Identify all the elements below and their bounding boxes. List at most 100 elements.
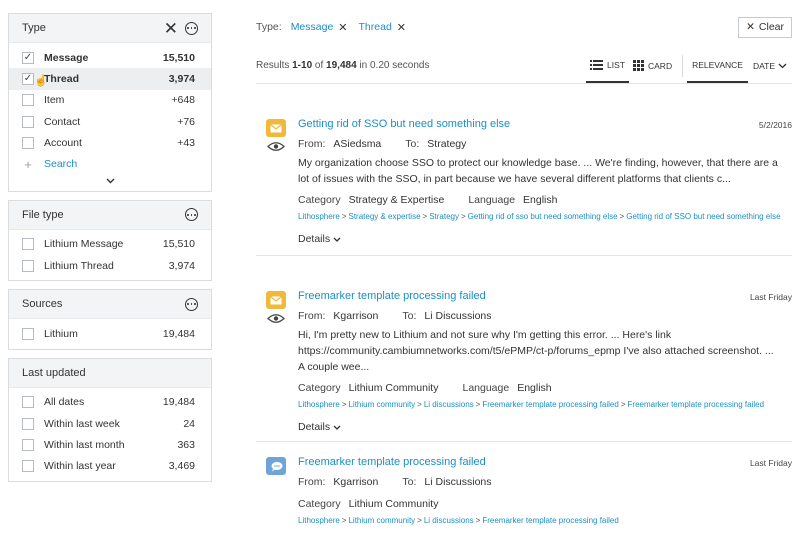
sources-facet-title: Sources xyxy=(22,298,63,311)
list-view-label: LIST xyxy=(607,59,625,70)
facet-item-message[interactable]: ✓ Message 15,510 xyxy=(9,47,211,68)
breadcrumb: Lithosphere > Lithium community > Li discuss… xyxy=(298,400,765,409)
clear-filters-button[interactable]: ✕ Clear xyxy=(738,16,792,38)
to-value: Li Discussions xyxy=(424,476,492,488)
facet-item-thread[interactable]: ✓ ☝ Thread 3,974 xyxy=(9,68,211,90)
hand-cursor-icon: ☝ xyxy=(34,75,48,88)
facet-item-item[interactable]: Item +648 xyxy=(9,90,211,111)
result-title-link[interactable]: Getting rid of SSO but need something el… xyxy=(298,117,792,131)
details-toggle[interactable]: Details xyxy=(298,233,792,245)
result-item: Last Friday Freemarker template processi… xyxy=(256,442,792,538)
remove-filter-icon[interactable]: ✕ xyxy=(338,21,347,34)
filter-chip-message[interactable]: Message ✕ xyxy=(291,21,348,34)
breadcrumb-link[interactable]: Freemarker template processing failed xyxy=(482,516,619,525)
more-options-icon[interactable] xyxy=(185,208,198,222)
facet-item-count: 15,510 xyxy=(162,238,195,251)
result-title-link[interactable]: Freemarker template processing failed xyxy=(298,455,792,469)
breadcrumb: Lithosphere > Strategy & expertise > Strateg… xyxy=(298,212,781,221)
sort-date-dropdown[interactable]: DATE xyxy=(748,48,792,83)
breadcrumb-link[interactable]: Lithosphere xyxy=(298,400,340,409)
checkbox-icon[interactable] xyxy=(22,94,34,107)
facet-item-count: 19,484 xyxy=(162,396,195,409)
breadcrumb-link[interactable]: Li discussions xyxy=(424,400,474,409)
breadcrumb-link[interactable]: Freemarker template processing failed xyxy=(628,400,765,409)
facet-item-label: Contact xyxy=(44,115,81,128)
category-value: Lithium Community xyxy=(348,382,439,394)
breadcrumb-link[interactable]: Getting rid of SSO but need something el… xyxy=(626,212,780,221)
checkbox-icon[interactable] xyxy=(22,238,34,251)
expand-facet-chevron-icon[interactable] xyxy=(9,175,211,187)
list-icon xyxy=(590,59,604,70)
checkbox-checked-icon[interactable]: ✓ xyxy=(22,51,34,64)
list-view-toggle[interactable]: LIST xyxy=(586,48,629,83)
card-view-toggle[interactable]: CARD xyxy=(629,48,676,83)
result-category: Category Lithium Community xyxy=(298,498,792,510)
eye-icon[interactable] xyxy=(267,313,285,324)
facet-item-contact[interactable]: Contact +76 xyxy=(9,111,211,132)
facet-item-lithium[interactable]: Lithium 19,484 xyxy=(9,323,211,344)
checkbox-icon[interactable] xyxy=(22,115,34,128)
facet-item-last-week[interactable]: Within last week 24 xyxy=(9,413,211,434)
result-date: 5/2/2016 xyxy=(758,120,792,130)
clear-facet-icon[interactable]: ✕ xyxy=(164,20,178,37)
facet-item-account[interactable]: Account +43 xyxy=(9,132,211,153)
breadcrumb-link[interactable]: Strategy xyxy=(429,212,459,221)
result-snippet: Hi, I'm pretty new to Lithium and not su… xyxy=(298,329,774,373)
facet-item-last-year[interactable]: Within last year 3,469 xyxy=(9,456,211,477)
checkbox-icon[interactable] xyxy=(22,438,34,451)
filter-chip-label: Thread xyxy=(358,21,392,33)
facet-item-label: All dates xyxy=(44,396,85,409)
more-options-icon[interactable] xyxy=(185,297,198,311)
breadcrumb-link[interactable]: Lithosphere xyxy=(298,212,340,221)
language-value: English xyxy=(523,194,558,206)
language-value: English xyxy=(517,382,552,394)
to-value: Strategy xyxy=(427,138,467,150)
language-label: Language xyxy=(468,194,516,206)
facet-item-lithium-thread[interactable]: Lithium Thread 3,974 xyxy=(9,255,211,276)
checkbox-icon[interactable] xyxy=(22,396,34,409)
result-meta: From: Kgarrison To: Li Discussions xyxy=(298,310,792,322)
file-type-facet: File type Lithium Message 15,510 Lithium… xyxy=(8,199,212,282)
sort-relevance-tab[interactable]: RELEVANCE xyxy=(687,48,748,83)
facet-search-link[interactable]: + Search xyxy=(9,153,211,174)
checkbox-checked-icon[interactable]: ✓ xyxy=(22,72,34,85)
remove-filter-icon[interactable]: ✕ xyxy=(397,21,406,34)
checkbox-icon[interactable] xyxy=(22,136,34,149)
breadcrumb-link[interactable]: Li discussions xyxy=(424,516,474,525)
facet-item-label: Within last year xyxy=(44,460,116,473)
sources-facet: Sources Lithium 19,484 xyxy=(8,289,212,350)
result-item: Last Friday Freemarker template processi… xyxy=(256,256,792,442)
breadcrumb-link[interactable]: Lithium community xyxy=(348,516,415,525)
checkbox-icon[interactable] xyxy=(22,417,34,430)
facet-item-label: Within last month xyxy=(44,438,125,451)
facet-item-label: Within last week xyxy=(44,417,120,430)
breadcrumb-link[interactable]: Lithosphere xyxy=(298,516,340,525)
checkbox-icon[interactable] xyxy=(22,460,34,473)
result-title-link[interactable]: Freemarker template processing failed xyxy=(298,289,792,303)
to-label: To: xyxy=(402,310,417,322)
from-value: Kgarrison xyxy=(333,476,379,488)
checkbox-icon[interactable] xyxy=(22,328,34,341)
checkbox-icon[interactable] xyxy=(22,259,34,272)
from-label: From: xyxy=(298,138,326,150)
facet-item-last-month[interactable]: Within last month 363 xyxy=(9,434,211,455)
active-filters-bar: Type: Message ✕ Thread ✕ ✕ Clear xyxy=(256,14,792,40)
facet-item-label: Account xyxy=(44,136,82,149)
from-value: Kgarrison xyxy=(333,310,379,322)
breadcrumb-link[interactable]: Lithium community xyxy=(348,400,415,409)
breadcrumb-link[interactable]: Freemarker template processing failed xyxy=(482,400,619,409)
results-count: Results 1-10 of 19,484 in 0.20 seconds xyxy=(256,60,430,71)
file-type-facet-header: File type xyxy=(9,200,211,230)
breadcrumb-link[interactable]: Strategy & expertise xyxy=(348,212,420,221)
card-view-label: CARD xyxy=(648,60,673,71)
facet-item-count: 3,974 xyxy=(168,72,195,85)
breadcrumb-link[interactable]: Getting rid of sso but need something el… xyxy=(468,212,618,221)
facet-item-all-dates[interactable]: All dates 19,484 xyxy=(9,392,211,413)
more-options-icon[interactable] xyxy=(185,21,198,35)
filter-chip-thread[interactable]: Thread ✕ xyxy=(359,21,407,34)
facet-item-lithium-message[interactable]: Lithium Message 15,510 xyxy=(9,234,211,255)
details-toggle[interactable]: Details xyxy=(298,421,792,433)
from-label: From: xyxy=(298,310,326,322)
from-value: ASiedsma xyxy=(333,138,382,150)
eye-icon[interactable] xyxy=(267,141,285,152)
